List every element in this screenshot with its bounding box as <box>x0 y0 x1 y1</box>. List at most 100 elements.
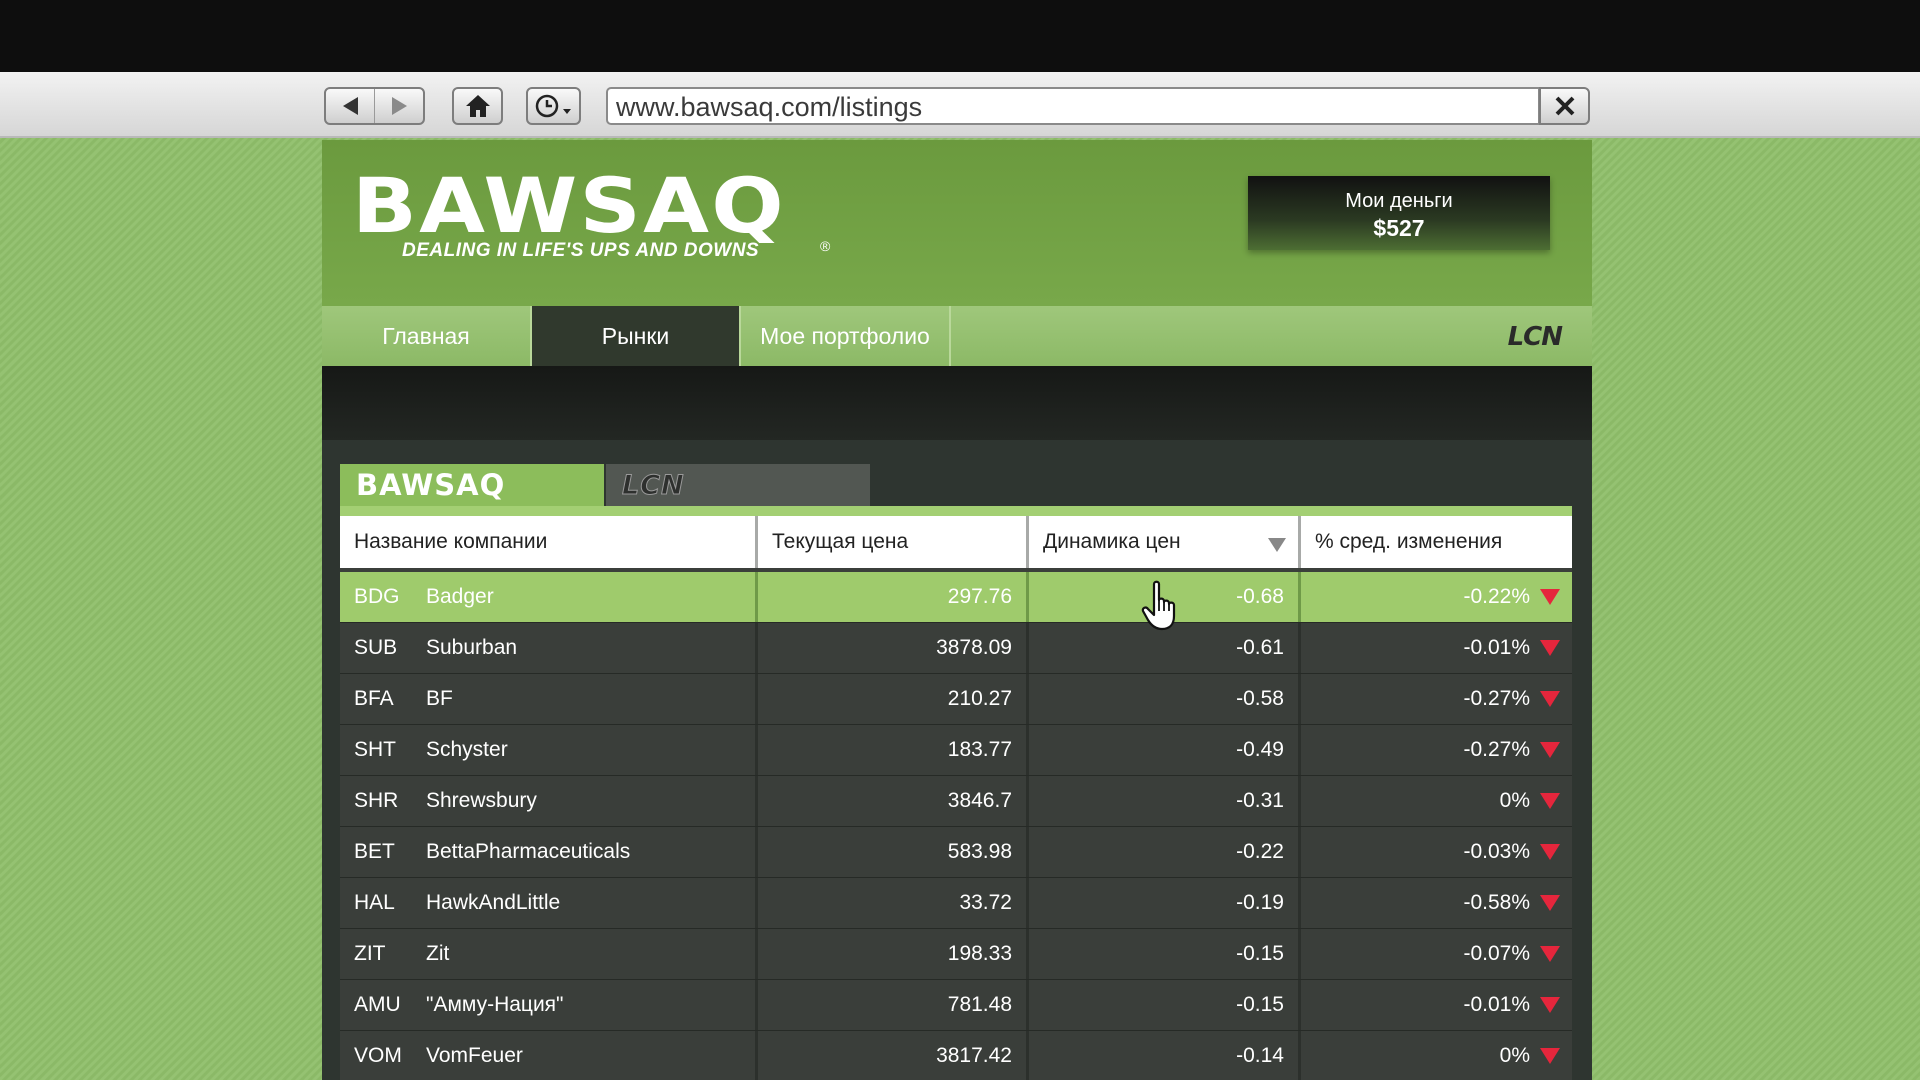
market-tab-lcn[interactable]: LCN <box>606 464 870 506</box>
down-arrow-icon <box>1540 895 1560 911</box>
price-change: -0.15 <box>1236 993 1284 1016</box>
down-arrow-icon <box>1540 589 1560 605</box>
address-bar[interactable]: www.bawsaq.com/listings <box>606 87 1540 125</box>
table-row[interactable]: AMU "Амму-Нация" 781.48 -0.15 -0.01% <box>340 980 1572 1031</box>
down-arrow-icon <box>1540 997 1560 1013</box>
table-row[interactable]: HAL HawkAndLittle 33.72 -0.19 -0.58% <box>340 878 1572 929</box>
company-name: Badger <box>426 585 494 608</box>
table-row[interactable]: BET BettaPharmaceuticals 583.98 -0.22 -0.03% <box>340 827 1572 878</box>
forward-button[interactable] <box>375 89 423 123</box>
price-cell: 3846.7 <box>758 776 1029 826</box>
table-row[interactable]: BFA BF 210.27 -0.58 -0.27% <box>340 674 1572 725</box>
bawsaq-logo[interactable]: BAWSAQ <box>352 168 786 244</box>
clock-icon <box>535 94 571 118</box>
header-avg-change-pct[interactable]: % сред. изменения <box>1301 516 1572 568</box>
site-tagline: DEALING IN LIFE'S UPS AND DOWNS <box>402 240 760 261</box>
hand-cursor-icon <box>1141 580 1176 631</box>
history-button[interactable] <box>526 87 581 125</box>
table-row[interactable]: SHR Shrewsbury 3846.7 -0.31 0% <box>340 776 1572 827</box>
current-price: 781.48 <box>947 993 1012 1016</box>
change-cell: -0.58 <box>1029 674 1301 724</box>
pct-cell: -0.07% <box>1301 929 1572 979</box>
current-price: 3878.09 <box>936 636 1012 659</box>
down-arrow-icon <box>1540 844 1560 860</box>
pct-cell: -0.01% <box>1301 623 1572 673</box>
pct-cell: 0% <box>1301 1031 1572 1080</box>
my-money-panel: Мои деньги $527 <box>1248 176 1550 250</box>
current-price: 297.76 <box>947 585 1012 608</box>
ticker-symbol: HAL <box>354 891 395 914</box>
table-row[interactable]: SHT Schyster 183.77 -0.49 -0.27% <box>340 725 1572 776</box>
header-current-price[interactable]: Текущая цена <box>758 516 1029 568</box>
tab-markets[interactable]: Рынки <box>532 306 741 366</box>
main-nav: Главная Рынки Мое портфолио LCN <box>322 306 1592 366</box>
pct-cell: -0.03% <box>1301 827 1572 877</box>
current-price: 583.98 <box>947 840 1012 863</box>
price-cell: 210.27 <box>758 674 1029 724</box>
company-cell: BFA BF <box>340 674 758 724</box>
change-cell: -0.19 <box>1029 878 1301 928</box>
header-price-change[interactable]: Динамика цен <box>1029 516 1301 568</box>
down-arrow-icon <box>1540 946 1560 962</box>
price-change: -0.14 <box>1236 1044 1284 1067</box>
current-price: 183.77 <box>947 738 1012 761</box>
price-change: -0.31 <box>1236 789 1284 812</box>
table-row[interactable]: VOM VomFeuer 3817.42 -0.14 0% <box>340 1031 1572 1080</box>
price-change: -0.49 <box>1236 738 1284 761</box>
table-row[interactable]: SUB Suburban 3878.09 -0.61 -0.01% <box>340 623 1572 674</box>
price-cell: 781.48 <box>758 980 1029 1030</box>
avg-change-pct: -0.27% <box>1463 738 1530 761</box>
money-label: Мои деньги <box>1345 190 1453 212</box>
market-tab-bawsaq-label: BAWSAQ <box>356 468 506 502</box>
market-tab-lcn-label: LCN <box>622 469 685 501</box>
price-change: -0.15 <box>1236 942 1284 965</box>
down-arrow-icon <box>1540 793 1560 809</box>
table-body: BDG Badger 297.76 -0.68 -0.22% SUB Suburban 387… <box>340 572 1572 1080</box>
current-price: 3817.42 <box>936 1044 1012 1067</box>
company-cell: BDG Badger <box>340 572 758 622</box>
change-cell: -0.22 <box>1029 827 1301 877</box>
history-nav-buttons <box>324 87 425 125</box>
header-company-name[interactable]: Название компании <box>340 516 758 568</box>
change-cell: -0.15 <box>1029 980 1301 1030</box>
back-arrow-icon <box>342 97 358 115</box>
company-name: Suburban <box>426 636 518 659</box>
market-tab-bawsaq[interactable]: BAWSAQ <box>340 464 604 506</box>
avg-change-pct: -0.03% <box>1463 840 1530 863</box>
close-button[interactable] <box>1539 87 1590 125</box>
pct-cell: 0% <box>1301 776 1572 826</box>
company-name: Schyster <box>426 738 508 761</box>
pct-cell: -0.27% <box>1301 674 1572 724</box>
ticker-symbol: BFA <box>354 687 394 710</box>
table-row[interactable]: ZIT Zit 198.33 -0.15 -0.07% <box>340 929 1572 980</box>
money-value: $527 <box>1373 215 1425 241</box>
change-cell: -0.31 <box>1029 776 1301 826</box>
company-cell: VOM VomFeuer <box>340 1031 758 1080</box>
listings-table: Название компании Текущая цена Динамика … <box>340 506 1572 1080</box>
company-cell: SHR Shrewsbury <box>340 776 758 826</box>
company-cell: SHT Schyster <box>340 725 758 775</box>
down-arrow-icon <box>1540 1048 1560 1064</box>
back-button[interactable] <box>326 89 375 123</box>
tab-home[interactable]: Главная <box>322 306 532 366</box>
forward-arrow-icon <box>391 97 407 115</box>
change-cell: -0.14 <box>1029 1031 1301 1080</box>
price-change: -0.61 <box>1236 636 1284 659</box>
price-cell: 198.33 <box>758 929 1029 979</box>
company-name: VomFeuer <box>426 1044 523 1067</box>
pct-cell: -0.27% <box>1301 725 1572 775</box>
price-change: -0.19 <box>1236 891 1284 914</box>
avg-change-pct: 0% <box>1499 1044 1530 1067</box>
down-arrow-icon <box>1540 640 1560 656</box>
lcn-logo[interactable]: LCN <box>1508 322 1563 352</box>
price-cell: 583.98 <box>758 827 1029 877</box>
sort-desc-icon <box>1268 538 1286 552</box>
tab-portfolio[interactable]: Мое портфолио <box>741 306 951 366</box>
pct-cell: -0.22% <box>1301 572 1572 622</box>
company-cell: BET BettaPharmaceuticals <box>340 827 758 877</box>
table-row[interactable]: BDG Badger 297.76 -0.68 -0.22% <box>340 572 1572 623</box>
avg-change-pct: -0.22% <box>1463 585 1530 608</box>
home-button[interactable] <box>452 87 503 125</box>
company-name: "Амму-Нация" <box>426 993 564 1016</box>
home-icon <box>465 95 490 117</box>
